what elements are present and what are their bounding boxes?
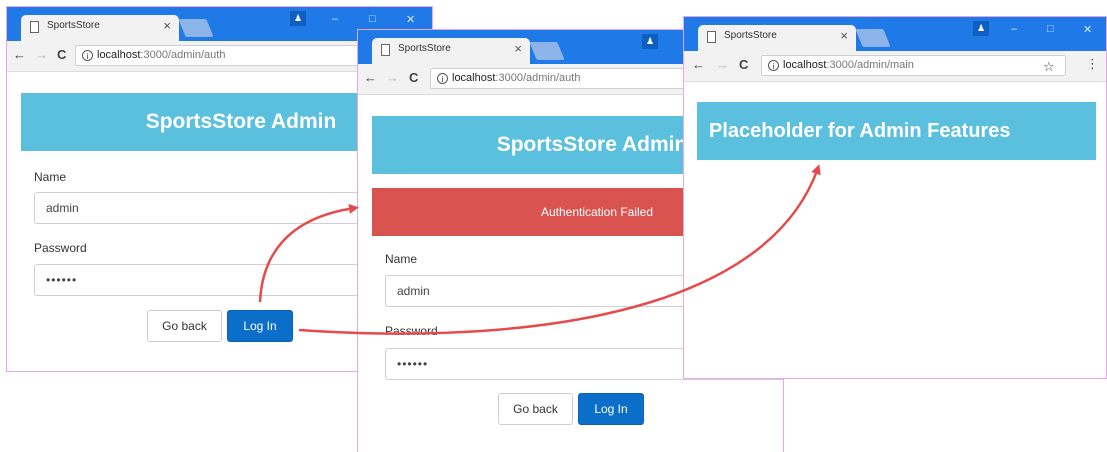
info-icon[interactable]: i	[437, 73, 448, 84]
tab-title: SportsStore	[47, 20, 100, 31]
name-label: Name	[34, 170, 67, 184]
minimize-icon[interactable]: –	[1011, 23, 1017, 35]
page-title: Placeholder for Admin Features	[697, 102, 1096, 160]
tab-title: SportsStore	[398, 43, 451, 54]
tab-title: SportsStore	[724, 30, 777, 41]
password-label: Password	[34, 241, 87, 255]
window-close-icon[interactable]: ✕	[1083, 23, 1092, 36]
browser-tab[interactable]: SportsStore ×	[698, 25, 856, 51]
forward-icon[interactable]: →	[716, 57, 729, 72]
minimize-icon[interactable]: –	[332, 13, 338, 25]
url-host: localhost	[97, 49, 141, 61]
password-label: Password	[385, 324, 438, 338]
name-label: Name	[385, 252, 418, 266]
new-tab-button[interactable]	[855, 29, 891, 47]
forward-icon[interactable]: →	[386, 70, 399, 85]
reload-icon[interactable]: C	[57, 47, 66, 62]
star-icon[interactable]: ☆	[1043, 57, 1055, 75]
menu-icon[interactable]: ⋮	[1086, 56, 1099, 72]
url-path: :3000/admin/main	[826, 59, 914, 71]
browser-tab[interactable]: SportsStore ×	[372, 38, 530, 64]
close-icon[interactable]: ×	[163, 18, 171, 33]
info-icon[interactable]: i	[768, 60, 779, 71]
new-tab-button[interactable]	[529, 42, 565, 60]
url-host: localhost	[783, 59, 827, 71]
back-icon[interactable]: ←	[364, 70, 377, 85]
new-tab-button[interactable]	[178, 19, 214, 37]
browser-window-admin-main: SportsStore × ♟ – □ ✕ ← → C i localhost:3…	[683, 16, 1107, 379]
browser-tab[interactable]: SportsStore ×	[21, 15, 179, 41]
user-icon[interactable]: ♟	[642, 34, 658, 49]
url-path: :3000/admin/auth	[495, 72, 581, 84]
window-close-icon[interactable]: ✕	[406, 13, 415, 26]
page-icon	[381, 44, 390, 56]
info-icon[interactable]: i	[82, 50, 93, 61]
page-icon	[30, 21, 39, 33]
maximize-icon[interactable]: □	[369, 13, 376, 25]
maximize-icon[interactable]: □	[1047, 23, 1054, 35]
title-bar: SportsStore × ♟ – □ ✕	[684, 17, 1106, 51]
back-icon[interactable]: ←	[692, 57, 705, 72]
go-back-button[interactable]: Go back	[498, 393, 573, 425]
forward-icon[interactable]: →	[35, 47, 48, 62]
log-in-button[interactable]: Log In	[578, 393, 644, 425]
user-icon[interactable]: ♟	[290, 11, 306, 26]
go-back-button[interactable]: Go back	[147, 310, 222, 342]
back-icon[interactable]: ←	[13, 47, 26, 62]
user-icon[interactable]: ♟	[973, 21, 989, 36]
reload-icon[interactable]: C	[409, 70, 418, 85]
close-icon[interactable]: ×	[514, 41, 522, 56]
close-icon[interactable]: ×	[840, 28, 848, 43]
log-in-button[interactable]: Log In	[227, 310, 293, 342]
url-host: localhost	[452, 72, 496, 84]
url-path: :3000/admin/auth	[140, 49, 226, 61]
reload-icon[interactable]: C	[739, 57, 748, 72]
page-icon	[707, 31, 716, 43]
address-bar[interactable]: i localhost:3000/admin/main ☆	[761, 55, 1066, 76]
browser-toolbar: ← → C i localhost:3000/admin/main ☆ ⋮	[684, 51, 1106, 82]
